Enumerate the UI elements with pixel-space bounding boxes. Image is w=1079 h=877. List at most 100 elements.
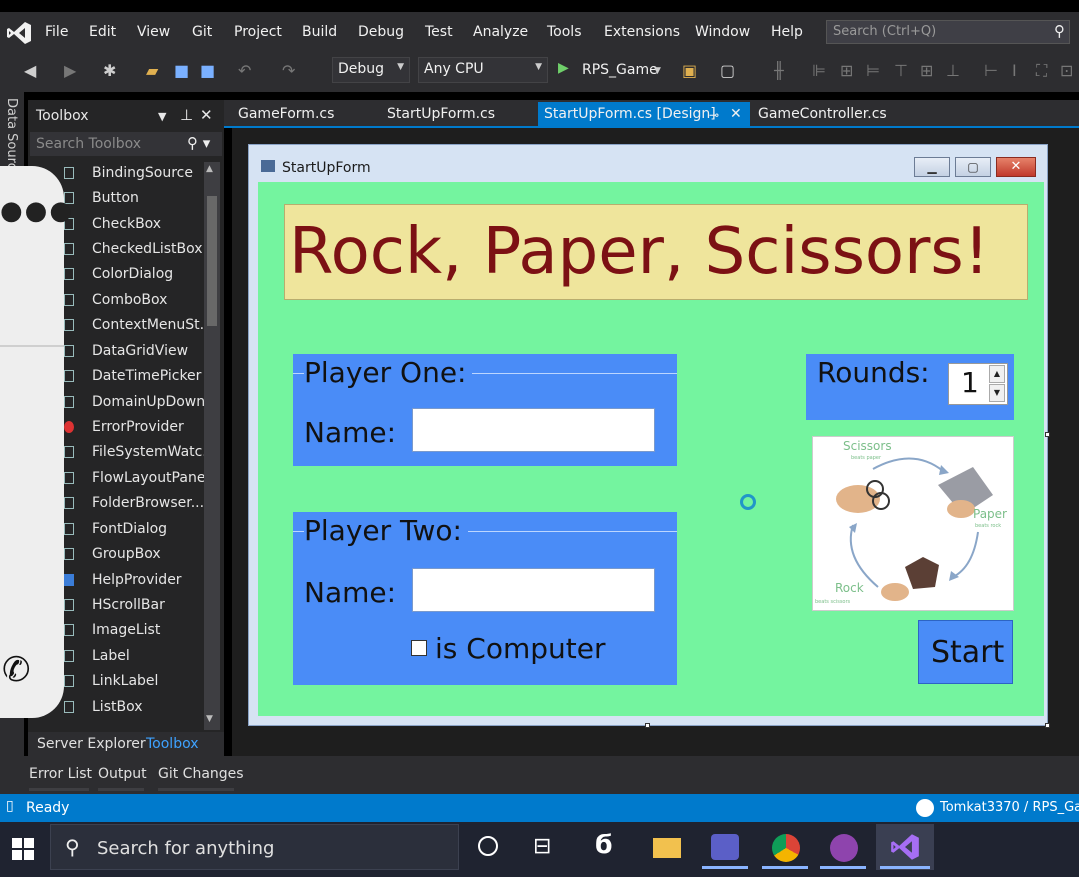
quick-search-input[interactable]: Search (Ctrl+Q) ⚲ (826, 20, 1070, 44)
grid-icon[interactable]: ⊡ (1060, 61, 1073, 80)
platform-select[interactable]: Any CPU ▼ (418, 57, 548, 83)
start-button[interactable]: Start (918, 620, 1013, 684)
close-window-icon[interactable]: ✕ (996, 157, 1036, 177)
redo-icon[interactable]: ↷ (282, 61, 295, 80)
tab-git-changes[interactable]: Git Changes (158, 766, 244, 782)
player-one-name-input[interactable] (412, 408, 655, 452)
rounds-numeric-updown[interactable]: 1 ▲ ▼ (948, 363, 1008, 405)
same-width-icon[interactable]: ⊢ (984, 61, 998, 80)
taskbar-search-input[interactable]: ⚲ Search for anything (50, 824, 459, 870)
menu-git[interactable]: Git (192, 24, 212, 40)
windows-start-icon[interactable] (12, 838, 34, 860)
new-item-icon[interactable]: ✱ (103, 61, 116, 80)
menu-help[interactable]: Help (771, 24, 803, 40)
toolbox-item[interactable]: HScrollBar (92, 597, 165, 613)
minimize-icon[interactable]: ▁ (914, 157, 950, 177)
toolbox-item[interactable]: ListBox (92, 699, 143, 715)
run-target-button[interactable]: RPS_Game (582, 62, 658, 78)
back-icon[interactable]: ◀ (24, 61, 36, 80)
toolbox-item[interactable]: FlowLayoutPanel (92, 470, 209, 486)
app-swirl-icon[interactable]: ϭ (594, 830, 613, 860)
file-explorer-icon[interactable] (653, 838, 681, 858)
scroll-down-icon[interactable]: ▼ (206, 714, 213, 724)
close-tab-icon[interactable]: ✕ (730, 106, 742, 122)
player-two-name-input[interactable] (412, 568, 655, 612)
resize-handle[interactable] (1045, 723, 1050, 728)
toolbox-item[interactable]: CheckedListBox (92, 241, 203, 257)
screen-icon[interactable]: ▢ (720, 61, 735, 80)
menu-analyze[interactable]: Analyze (473, 24, 528, 40)
toolbox-item[interactable]: ImageList (92, 622, 160, 638)
same-size-icon[interactable]: ⛶ (1036, 61, 1047, 81)
chrome-icon[interactable] (772, 834, 800, 862)
menu-tools[interactable]: Tools (547, 24, 582, 40)
scroll-up-icon[interactable]: ▲ (206, 164, 213, 174)
visual-studio-taskbar-icon[interactable] (890, 832, 920, 862)
browse-icon[interactable]: ▣ (682, 61, 697, 80)
toolbox-item[interactable]: FontDialog (92, 521, 167, 537)
toolbox-item[interactable]: ErrorProvider (92, 419, 184, 435)
chevron-down-icon[interactable]: ▼ (654, 66, 661, 76)
toolbox-item[interactable]: ColorDialog (92, 266, 173, 282)
is-computer-checkbox[interactable] (411, 640, 427, 656)
pin-icon[interactable]: ⊸ (709, 108, 719, 122)
same-height-icon[interactable]: I (1012, 61, 1017, 80)
toolbox-search-input[interactable]: Search Toolbox ⚲ ▾ (30, 132, 222, 156)
toolbox-item[interactable]: GroupBox (92, 546, 161, 562)
spin-up-icon[interactable]: ▲ (989, 365, 1005, 383)
configuration-select[interactable]: Debug ▼ (332, 57, 410, 83)
close-icon[interactable]: ✕ (200, 106, 213, 124)
tab-error-list[interactable]: Error List (29, 766, 92, 782)
toolbox-item[interactable]: DomainUpDown (92, 394, 205, 410)
menu-test[interactable]: Test (425, 24, 453, 40)
teams-icon[interactable] (711, 834, 739, 860)
save-all-icon[interactable]: ■ (200, 61, 215, 80)
resize-handle[interactable] (1045, 432, 1050, 437)
menu-file[interactable]: File (45, 24, 68, 40)
save-icon[interactable]: ■ (174, 61, 189, 80)
task-view-icon[interactable]: ⊟ (533, 834, 551, 859)
pin-icon[interactable]: ⊥ (180, 106, 193, 124)
align-icon[interactable]: ╫ (774, 61, 784, 80)
forward-icon[interactable]: ▶ (64, 61, 76, 80)
run-icon[interactable]: ▶ (558, 60, 569, 76)
menu-project[interactable]: Project (234, 24, 282, 40)
toolbox-item[interactable]: Label (92, 648, 130, 664)
toolbox-item[interactable]: DataGridView (92, 343, 188, 359)
maximize-icon[interactable]: ▢ (955, 157, 991, 177)
open-folder-icon[interactable]: ▰ (146, 61, 158, 80)
align-center-icon[interactable]: ⊞ (840, 61, 853, 80)
undo-icon[interactable]: ↶ (238, 61, 251, 80)
toolbox-item[interactable]: CheckBox (92, 216, 161, 232)
toolbox-item[interactable]: BindingSource (92, 165, 193, 181)
tab-toolbox[interactable]: Toolbox (146, 736, 199, 752)
menu-view[interactable]: View (137, 24, 170, 40)
tab-server-explorer[interactable]: Server Explorer (37, 736, 146, 752)
toolbox-item[interactable]: FolderBrowser... (92, 495, 204, 511)
toolbox-scroll-thumb[interactable] (207, 196, 217, 326)
floating-call-widget[interactable] (0, 166, 64, 718)
toolbox-item[interactable]: LinkLabel (92, 673, 158, 689)
cortana-icon[interactable] (478, 836, 498, 856)
align-top-icon[interactable]: ⊤ (894, 61, 908, 80)
visual-studio-logo-icon[interactable] (6, 20, 32, 46)
tab-startupform-design[interactable]: StartUpForm.cs [Design] (544, 106, 716, 122)
menu-build[interactable]: Build (302, 24, 337, 40)
menu-edit[interactable]: Edit (89, 24, 116, 40)
align-right-icon[interactable]: ⊨ (866, 61, 880, 80)
toolbox-item[interactable]: FileSystemWatc... (92, 444, 216, 460)
align-middle-icon[interactable]: ⊞ (920, 61, 933, 80)
toolbox-item[interactable]: DateTimePicker (92, 368, 201, 384)
chevron-down-icon[interactable]: ▼ (158, 110, 166, 123)
toolbox-item[interactable]: ComboBox (92, 292, 167, 308)
github-desktop-icon[interactable] (830, 834, 858, 862)
tab-output[interactable]: Output (98, 766, 147, 782)
tab-gameform-cs[interactable]: GameForm.cs (238, 106, 334, 122)
resize-handle[interactable] (645, 723, 650, 728)
menu-window[interactable]: Window (695, 24, 750, 40)
toolbox-item[interactable]: ContextMenuSt... (92, 317, 213, 333)
repo-status[interactable]: Tomkat3370 / RPS_Ga (940, 800, 1079, 815)
toolbox-item[interactable]: Button (92, 190, 139, 206)
align-bottom-icon[interactable]: ⊥ (946, 61, 960, 80)
phone-icon[interactable]: ✆ (2, 650, 31, 690)
